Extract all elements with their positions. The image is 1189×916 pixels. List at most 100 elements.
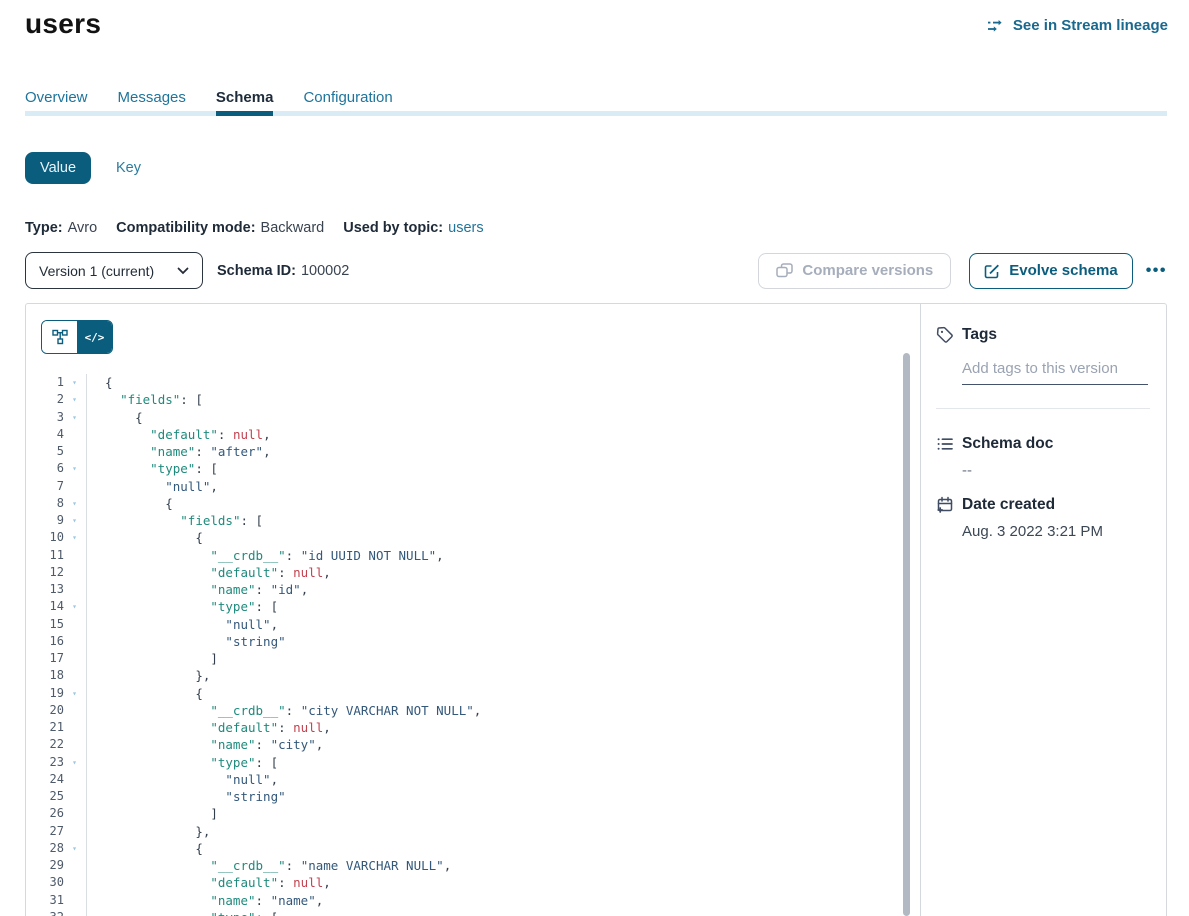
code-line: 13 "name": "id", [26, 581, 920, 598]
stream-lineage-icon [987, 19, 1006, 33]
calendar-add-icon [936, 496, 954, 514]
line-number: 7 [26, 478, 64, 495]
code-text: "__crdb__": "id UUID NOT NULL", [87, 547, 444, 564]
more-options-button[interactable]: ••• [1146, 262, 1167, 280]
tags-heading: Tags [936, 326, 1150, 344]
code-text: "string" [87, 633, 286, 650]
gutter: 28▾ [26, 840, 87, 857]
key-toggle-link[interactable]: Key [116, 160, 141, 176]
tab-messages[interactable]: Messages [118, 89, 186, 116]
fold-toggle-icon[interactable]: ▾ [64, 685, 85, 702]
schema-panel: </> 1▾{2▾ "fields": [3▾ {4 "default": nu… [25, 303, 1167, 916]
see-in-stream-lineage-link[interactable]: See in Stream lineage [987, 17, 1168, 34]
line-number: 16 [26, 633, 64, 650]
topic-link[interactable]: users [448, 220, 483, 236]
tag-icon [936, 326, 954, 344]
code-line: 2▾ "fields": [ [26, 391, 920, 408]
code-line: 5 "name": "after", [26, 443, 920, 460]
code-text: }, [87, 667, 210, 684]
fold-spacer [64, 719, 85, 736]
fold-toggle-icon[interactable]: ▾ [64, 512, 85, 529]
code-text: "default": null, [87, 874, 331, 891]
fold-toggle-icon[interactable]: ▾ [64, 840, 85, 857]
fold-toggle-icon[interactable]: ▾ [64, 409, 85, 426]
code-view-icon: </> [85, 331, 105, 344]
date-created-heading: Date created [936, 496, 1150, 514]
meta-label: Compatibility mode: [116, 220, 255, 236]
code-line: 16 "string" [26, 633, 920, 650]
fold-spacer [64, 823, 85, 840]
fold-toggle-icon[interactable]: ▾ [64, 391, 85, 408]
fold-toggle-icon[interactable]: ▾ [64, 495, 85, 512]
code-line: 15 "null", [26, 616, 920, 633]
line-number: 24 [26, 771, 64, 788]
code-text: ] [87, 650, 218, 667]
code-view-button[interactable]: </> [77, 321, 112, 353]
code-line: 1▾{ [26, 374, 920, 391]
line-number: 1 [26, 374, 64, 391]
code-text: { [87, 529, 203, 546]
tags-title: Tags [962, 326, 997, 344]
fold-toggle-icon[interactable]: ▾ [64, 374, 85, 391]
line-number: 9 [26, 512, 64, 529]
line-number: 10 [26, 529, 64, 546]
evolve-schema-button[interactable]: Evolve schema [969, 253, 1132, 289]
code-line: 31 "name": "name", [26, 892, 920, 909]
code-line: 26 ] [26, 805, 920, 822]
gutter: 19▾ [26, 685, 87, 702]
tab-overview[interactable]: Overview [25, 89, 88, 116]
fold-toggle-icon[interactable]: ▾ [64, 754, 85, 771]
code-text: "null", [87, 478, 218, 495]
code-line: 20 "__crdb__": "city VARCHAR NOT NULL", [26, 702, 920, 719]
tab-configuration[interactable]: Configuration [303, 89, 392, 116]
tab-schema[interactable]: Schema [216, 89, 274, 116]
code-scrollbar-thumb[interactable] [903, 353, 910, 916]
schema-id-value: 100002 [301, 263, 349, 279]
fold-spacer [64, 650, 85, 667]
code-text: "fields": [ [87, 512, 263, 529]
fold-spacer [64, 478, 85, 495]
fold-spacer [64, 788, 85, 805]
value-key-toggle: Value Key [25, 152, 141, 184]
fold-spacer [64, 874, 85, 891]
evolve-schema-label: Evolve schema [1009, 262, 1117, 279]
chevron-down-icon [177, 267, 189, 275]
fold-toggle-icon[interactable]: ▾ [64, 909, 85, 916]
list-icon [936, 435, 954, 453]
value-toggle-button[interactable]: Value [25, 152, 91, 184]
code-text: "name": "city", [87, 736, 323, 753]
code-line: 6▾ "type": [ [26, 460, 920, 477]
fold-spacer [64, 857, 85, 874]
gutter: 13 [26, 581, 87, 598]
gutter: 25 [26, 788, 87, 805]
meta-value: Backward [261, 220, 325, 236]
compare-versions-button[interactable]: Compare versions [758, 253, 951, 289]
gutter: 26 [26, 805, 87, 822]
line-number: 31 [26, 892, 64, 909]
schema-sidebar: Tags Schema doc -- [920, 304, 1166, 916]
code-text: "string" [87, 788, 286, 805]
code-text: ] [87, 805, 218, 822]
code-text: "name": "name", [87, 892, 323, 909]
page-header: users See in Stream lineage [25, 8, 1168, 40]
fold-toggle-icon[interactable]: ▾ [64, 529, 85, 546]
fold-spacer [64, 805, 85, 822]
tabs: Overview Messages Schema Configuration [25, 89, 1167, 116]
schema-page: users See in Stream lineage Overview Mess… [0, 0, 1189, 916]
fold-toggle-icon[interactable]: ▾ [64, 598, 85, 615]
tree-view-button[interactable] [42, 321, 77, 353]
gutter: 3▾ [26, 409, 87, 426]
fold-spacer [64, 581, 85, 598]
code-line: 10▾ { [26, 529, 920, 546]
line-number: 12 [26, 564, 64, 581]
fold-toggle-icon[interactable]: ▾ [64, 460, 85, 477]
tags-input[interactable] [962, 358, 1148, 385]
code-text: "name": "id", [87, 581, 308, 598]
gutter: 31 [26, 892, 87, 909]
code-line: 28▾ { [26, 840, 920, 857]
code-line: 18 }, [26, 667, 920, 684]
fold-spacer [64, 892, 85, 909]
version-select[interactable]: Version 1 (current) [25, 252, 203, 289]
code-text: { [87, 374, 113, 391]
gutter: 20 [26, 702, 87, 719]
